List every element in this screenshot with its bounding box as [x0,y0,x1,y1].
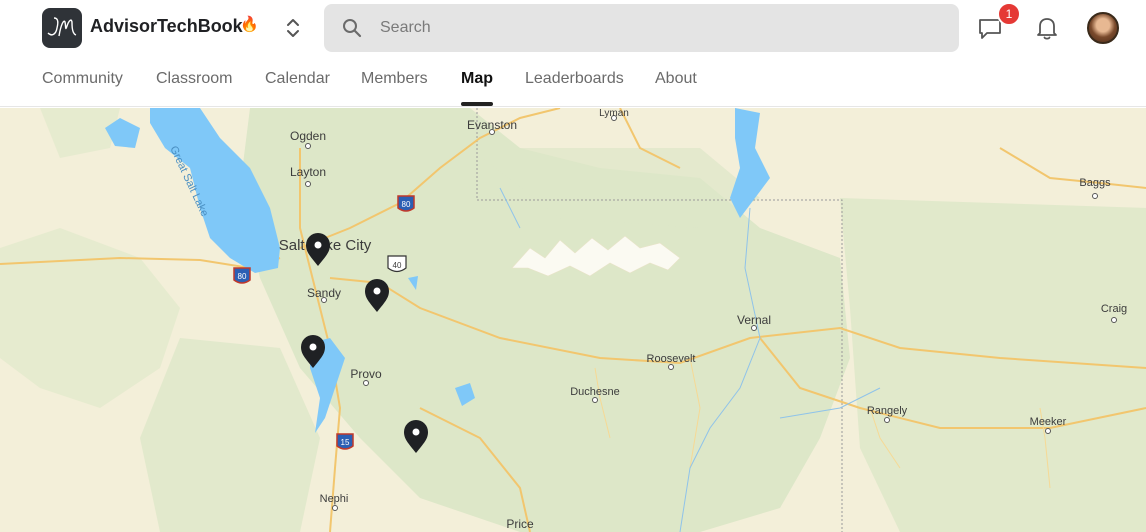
city-label-ogden: Ogden [290,129,326,143]
nav-tabs: Community Classroom Calendar Members Map… [0,56,1146,107]
city-label-sandy: Sandy [307,286,341,300]
city-label-baggs: Baggs [1079,177,1111,189]
bell-icon [1037,18,1057,40]
svg-text:80: 80 [402,200,411,209]
chat-unread-badge: 1 [997,2,1021,26]
highway-shield-40: 40 [387,255,407,273]
search-bar[interactable] [324,4,959,52]
map-canvas[interactable]: 80 80 40 15 Ogden Layton Salt Lake [0,108,1146,532]
city-label-price: Price [506,517,534,531]
svg-text:80: 80 [238,272,247,281]
city-label-nephi: Nephi [320,493,349,505]
svg-text:40: 40 [393,261,402,270]
members-map[interactable]: 80 80 40 15 Ogden Layton Salt Lake [0,108,1146,532]
city-label-lyman: Lyman [599,108,629,119]
city-label-vernal: Vernal [737,313,771,327]
top-bar: AdvisorTechBook 🔥 1 [0,0,1146,56]
tab-calendar[interactable]: Calendar [265,70,330,88]
city-label-provo: Provo [350,367,382,381]
city-label-evanston: Evanston [467,118,517,132]
chevron-updown-icon [287,19,299,37]
svg-text:15: 15 [341,438,350,447]
tab-leaderboards[interactable]: Leaderboards [525,70,624,88]
group-logo[interactable] [42,8,82,48]
jm-monogram-logo [47,17,77,37]
tab-map[interactable]: Map [461,70,493,88]
search-icon [343,19,362,38]
highway-shield-80-west: 80 [233,267,251,284]
city-label-layton: Layton [290,165,326,179]
highway-shield-15: 15 [336,433,354,450]
highway-shield-80-north: 80 [397,195,415,212]
city-label-meeker: Meeker [1030,416,1067,428]
tab-members[interactable]: Members [361,70,428,88]
group-name[interactable]: AdvisorTechBook [90,16,243,37]
active-tab-indicator [461,102,493,106]
city-label-rangely: Rangely [867,405,908,417]
search-input[interactable] [380,4,940,52]
tab-community[interactable]: Community [42,70,123,88]
group-switcher-button[interactable] [282,16,304,40]
notifications-button[interactable] [1034,14,1060,42]
city-label-craig: Craig [1101,303,1127,315]
city-label-duchesne: Duchesne [570,386,620,398]
city-label-roosevelt: Roosevelt [647,353,696,365]
fire-icon: 🔥 [240,16,259,33]
tab-classroom[interactable]: Classroom [156,70,232,88]
user-avatar[interactable] [1087,12,1119,44]
tab-about[interactable]: About [655,70,697,88]
